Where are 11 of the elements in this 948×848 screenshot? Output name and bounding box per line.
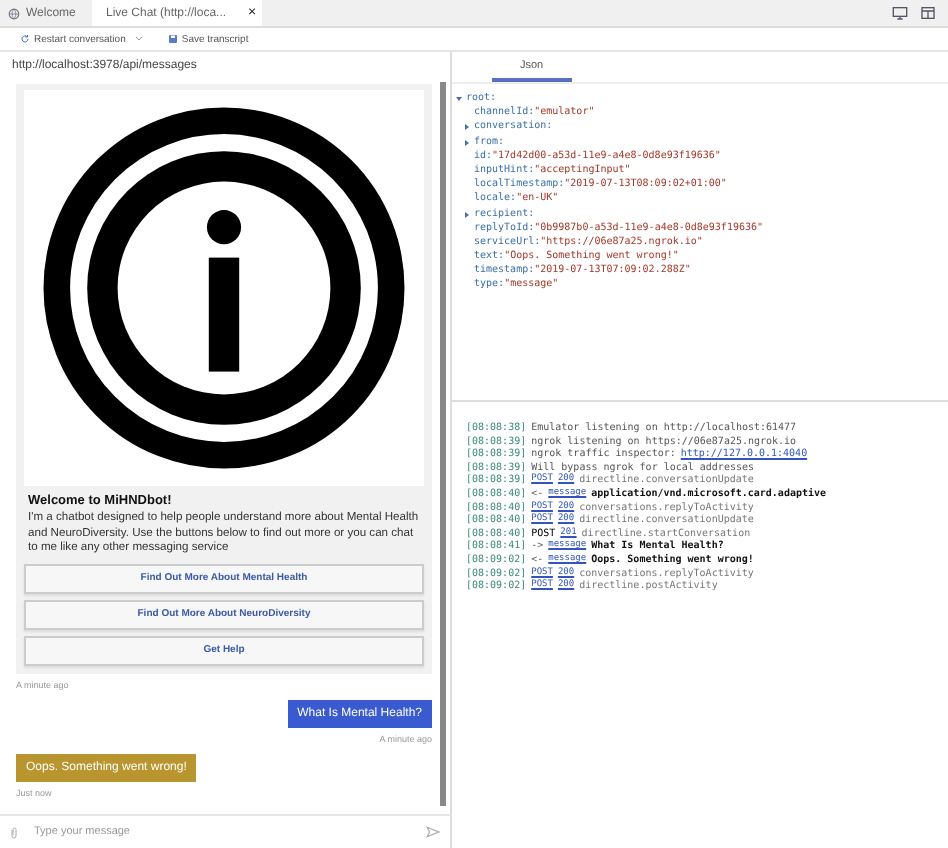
expand-arrow-icon[interactable] xyxy=(464,139,470,146)
expand-arrow-icon[interactable] xyxy=(456,96,462,103)
expand-arrow-icon[interactable] xyxy=(464,124,470,131)
paperclip-icon[interactable] xyxy=(10,825,18,839)
layout-icon[interactable] xyxy=(920,6,936,20)
save-icon xyxy=(167,34,178,44)
monitor-icon[interactable] xyxy=(892,6,908,20)
expand-arrow-icon[interactable] xyxy=(464,211,470,218)
scrollbar[interactable] xyxy=(440,82,446,806)
globe-icon xyxy=(8,7,20,19)
refresh-icon xyxy=(20,34,30,44)
